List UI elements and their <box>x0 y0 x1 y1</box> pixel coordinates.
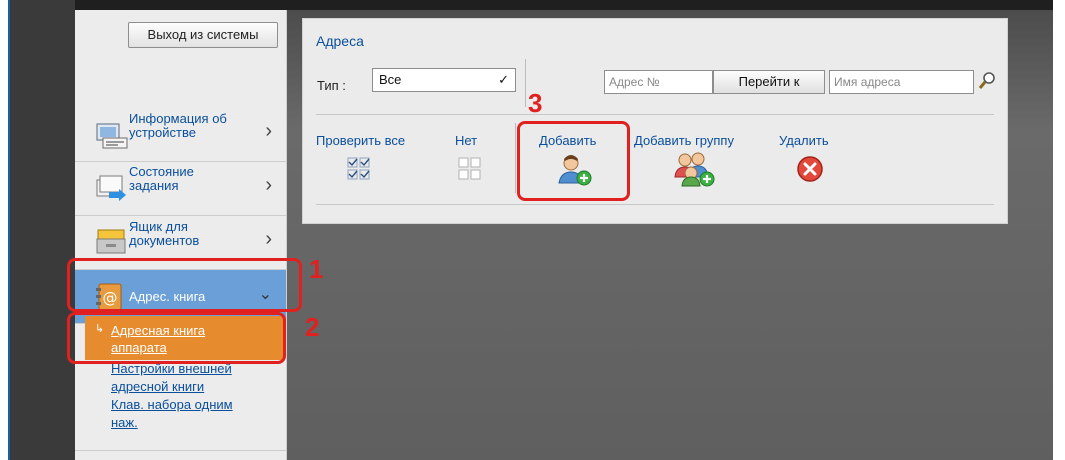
address-number-input[interactable]: Адрес № <box>604 70 713 94</box>
chevron-right-icon: › <box>265 120 272 142</box>
type-select[interactable]: Все ✓ <box>372 68 516 92</box>
sidebar-item-device-info[interactable]: Информация об устройстве › <box>75 108 286 162</box>
chevron-right-icon: › <box>265 174 272 196</box>
horizontal-divider <box>316 204 994 205</box>
vertical-divider <box>525 59 526 107</box>
logout-button[interactable]: Выход из системы <box>128 22 278 48</box>
search-icon[interactable] <box>978 71 996 91</box>
sidebar-links: Настройки внешней адресной книги Клав. н… <box>111 360 233 432</box>
addresses-panel: Адреса Тип : Все ✓ Адрес № Перейти к Имя… <box>302 18 1008 224</box>
type-select-value: Все <box>379 72 402 87</box>
sidebar-item-label: Информация об <box>129 111 227 126</box>
sidebar-item-label: задания <box>129 178 179 193</box>
document-box-icon <box>96 229 126 254</box>
panel-title: Адреса <box>316 33 364 49</box>
step-number-2: 2 <box>305 312 320 342</box>
type-label: Тип : <box>317 78 346 93</box>
delete-button[interactable]: Удалить <box>779 133 829 148</box>
step-number-3: 3 <box>528 88 543 118</box>
left-dark-strip <box>10 0 75 460</box>
add-group-icon[interactable] <box>673 151 717 187</box>
window-left-margin <box>0 0 8 460</box>
vertical-divider <box>515 123 516 193</box>
sidebar-item-label: документов <box>129 233 200 248</box>
delete-icon[interactable] <box>796 155 824 183</box>
link-label: Клав. набора одним <box>111 397 233 412</box>
highlight-box-step-3 <box>517 121 630 201</box>
sidebar-item-job-status[interactable]: Состояние задания › <box>75 162 286 216</box>
sidebar-item-label: устройстве <box>129 125 196 140</box>
sidebar-item-label: Состояние <box>129 164 194 179</box>
sidebar-divider <box>75 450 286 451</box>
top-band <box>75 0 1053 10</box>
device-info-icon <box>96 123 128 149</box>
add-group-button[interactable]: Добавить группу <box>634 133 734 148</box>
address-name-input[interactable]: Имя адреса <box>829 70 974 94</box>
window-right-margin <box>1053 0 1065 460</box>
chevron-right-icon: › <box>265 228 272 250</box>
horizontal-divider <box>316 114 994 115</box>
highlight-box-step-1 <box>67 258 302 312</box>
link-one-touch-keys[interactable]: Клав. набора одним наж. <box>111 396 233 432</box>
uncheck-all-icon[interactable] <box>458 157 482 181</box>
link-label: адресной книги <box>111 379 205 394</box>
chevron-down-icon: ✓ <box>498 72 509 87</box>
check-all-button[interactable]: Проверить все <box>316 133 405 148</box>
link-external-address-book[interactable]: Настройки внешней адресной книги <box>111 360 233 396</box>
job-status-icon <box>96 175 126 201</box>
sidebar: Выход из системы Информация об устройств… <box>75 10 287 460</box>
link-label: наж. <box>111 415 138 430</box>
step-number-1: 1 <box>309 254 324 284</box>
sidebar-item-label: Ящик для <box>129 219 188 234</box>
goto-button[interactable]: Перейти к <box>713 70 825 94</box>
highlight-box-step-2 <box>67 312 286 364</box>
check-all-icon[interactable] <box>347 157 371 181</box>
none-button[interactable]: Нет <box>455 133 477 148</box>
